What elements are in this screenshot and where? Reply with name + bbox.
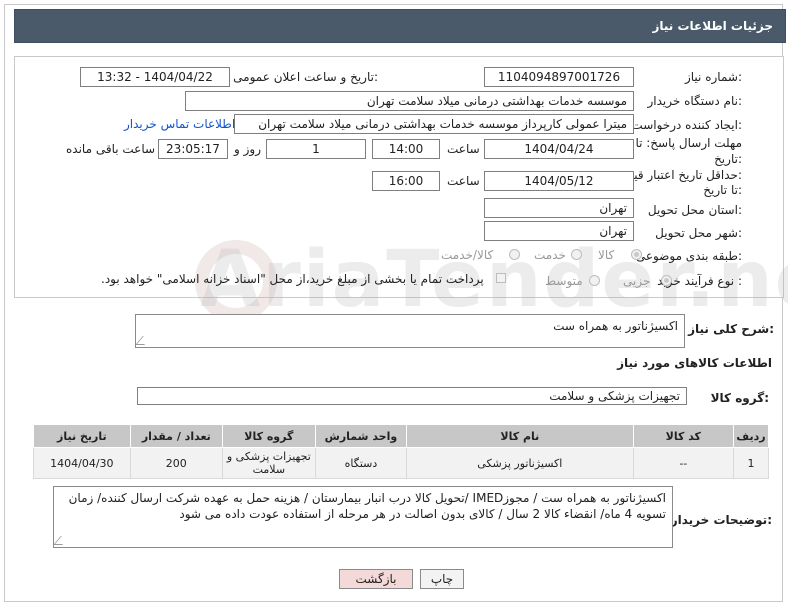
reply-deadline-label-2: تاریخ: xyxy=(714,152,742,166)
cell-item-code: -- xyxy=(632,447,735,479)
category-option-service: خدمت xyxy=(534,248,566,262)
category-option-goods-service: کالا/خدمت xyxy=(441,248,494,262)
remaining-time-label: ساعت باقی مانده xyxy=(66,142,156,156)
reply-days-label: روز و xyxy=(234,142,261,156)
reply-deadline-time-field: 14:00 xyxy=(372,139,440,159)
buyer-notes-text: اکسیژناتور به همراه ست / مجوزIMED /تحویل… xyxy=(68,491,666,521)
goods-group-field: تجهیزات پزشکی و سلامت xyxy=(137,387,687,405)
category-radio-service[interactable] xyxy=(571,249,582,260)
cell-row-number: 1 xyxy=(733,447,769,479)
cell-item-group: تجهیزات پزشکی و سلامت xyxy=(221,447,316,479)
category-radio-goods[interactable] xyxy=(631,249,642,260)
col-item-group: گروه کالا xyxy=(221,424,316,448)
reply-days-field: 1 xyxy=(266,139,366,159)
resize-grip-icon[interactable] xyxy=(54,536,70,545)
items-table: ردیف کد کالا نام کالا واحد شمارش گروه کا… xyxy=(33,424,769,479)
col-quantity: تعداد / مقدار xyxy=(129,424,223,448)
cell-need-date: 1404/04/30 xyxy=(33,447,131,479)
panel-title: جزئیات اطلاعات نیاز xyxy=(652,19,773,33)
delivery-province-field: تهران xyxy=(484,198,634,218)
price-validity-time-label: ساعت xyxy=(447,174,480,188)
requester-field: میترا عمولی کارپرداز موسسه خدمات بهداشتی… xyxy=(234,114,634,134)
reply-deadline-time-label: ساعت xyxy=(447,142,480,156)
reply-deadline-date-field: 1404/04/24 xyxy=(484,139,634,159)
price-validity-label-2: تا تاریخ: xyxy=(703,183,742,197)
col-row-number: ردیف xyxy=(733,424,769,448)
buyer-notes-label: توضیحات خریدار: xyxy=(670,513,772,527)
cell-item-name: اکسیژناتور پزشکی xyxy=(406,447,634,479)
col-need-date: تاریخ نیاز xyxy=(33,424,131,448)
table-row: 1 -- اکسیژناتور پزشکی دستگاه تجهیزات پزش… xyxy=(33,447,769,479)
description-text: اکسیژناتور به همراه ست xyxy=(553,319,678,333)
reply-deadline-label: مهلت ارسال پاسخ: تا xyxy=(635,136,742,150)
delivery-city-field: تهران xyxy=(484,221,634,241)
price-validity-label: حداقل تاریخ اعتبار قیمت: xyxy=(615,168,742,182)
goods-group-label: گروه کالا: xyxy=(710,391,769,405)
price-validity-date-field: 1404/05/12 xyxy=(484,171,634,191)
print-button[interactable]: چاپ xyxy=(420,569,464,589)
cell-unit: دستگاه xyxy=(314,447,408,479)
purchase-type-radio-medium[interactable] xyxy=(589,275,600,286)
treasury-note: پرداخت تمام یا بخشی از مبلغ خرید،از محل … xyxy=(101,272,484,286)
description-label: شرح کلی نیاز: xyxy=(688,322,774,336)
buyer-notes-textarea: اکسیژناتور به همراه ست / مجوزIMED /تحویل… xyxy=(53,486,673,548)
remaining-time-field: 23:05:17 xyxy=(158,139,228,159)
announce-datetime-field: 1404/04/22 - 13:32 xyxy=(80,67,230,87)
delivery-city-label: شهر محل تحویل: xyxy=(655,226,742,240)
category-radio-goods-service[interactable] xyxy=(509,249,520,260)
category-label: طبقه بندی موضوعی: xyxy=(635,249,742,263)
purchase-type-radio-minor[interactable] xyxy=(661,275,672,286)
resize-grip-icon[interactable] xyxy=(136,336,152,345)
back-button[interactable]: بازگشت xyxy=(339,569,413,589)
buyer-org-label: نام دستگاه خریدار: xyxy=(647,94,743,108)
col-item-code: کد کالا xyxy=(632,424,735,448)
panel-header: جزئیات اطلاعات نیاز xyxy=(14,9,786,43)
requester-label: ایجاد کننده درخواست: xyxy=(631,118,742,132)
buyer-contact-link[interactable]: اطلاعات تماس خریدار xyxy=(124,117,235,131)
col-item-name: نام کالا xyxy=(406,424,634,448)
price-validity-time-field: 16:00 xyxy=(372,171,440,191)
goods-section-title: اطلاعات کالاهای مورد نیاز xyxy=(617,356,772,370)
col-unit: واحد شمارش xyxy=(314,424,408,448)
buyer-org-field: موسسه خدمات بهداشتی درمانی میلاد سلامت ت… xyxy=(185,91,634,111)
announce-datetime-label: تاریخ و ساعت اعلان عمومی: xyxy=(233,70,378,84)
description-textarea: اکسیژناتور به همراه ست xyxy=(135,314,685,348)
cell-quantity: 200 xyxy=(129,447,223,479)
need-number-field: 1104094897001726 xyxy=(484,67,634,87)
purchase-type-option-minor: جزیی xyxy=(623,274,651,288)
purchase-type-option-medium: متوسط xyxy=(545,274,583,288)
delivery-province-label: استان محل تحویل: xyxy=(647,203,742,217)
category-option-goods: کالا xyxy=(598,248,615,262)
need-number-label: شماره نیاز: xyxy=(684,70,742,84)
treasury-checkbox[interactable] xyxy=(496,273,506,283)
table-header-row: ردیف کد کالا نام کالا واحد شمارش گروه کا… xyxy=(33,424,769,448)
